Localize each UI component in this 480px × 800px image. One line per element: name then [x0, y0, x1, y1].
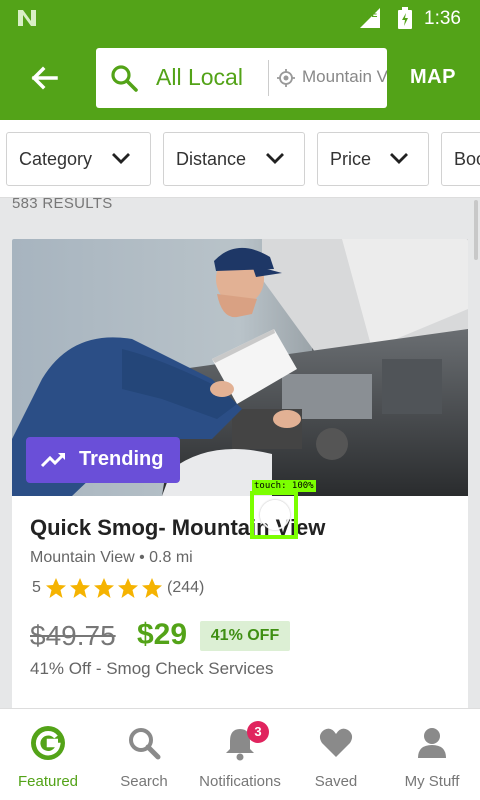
nav-label: Search [120, 773, 168, 790]
trending-up-icon [40, 452, 66, 468]
star-rating-icon [46, 578, 162, 598]
search-icon [111, 65, 138, 92]
notification-n-icon [18, 10, 36, 26]
nav-label: Notifications [199, 773, 281, 790]
filter-label: Booking [454, 149, 480, 169]
search-box[interactable]: All Local Mountain View [96, 48, 387, 108]
nav-label: Saved [314, 773, 358, 790]
filter-bar: Category Distance Price Booking [0, 120, 480, 198]
chevron-down-icon [112, 153, 130, 164]
filter-label: Category [19, 149, 93, 169]
rating-value: 5 [32, 579, 41, 596]
deal-description: 41% Off - Smog Check Services [30, 659, 274, 678]
trending-badge: Trending [26, 437, 180, 483]
chevron-down-icon [390, 153, 408, 164]
top-app-bar: All Local Mountain View MAP [0, 36, 480, 120]
review-count: (244) [167, 579, 205, 596]
filter-label: Price [330, 149, 372, 169]
map-button[interactable]: MAP [410, 66, 456, 89]
person-icon [418, 728, 446, 758]
notification-count-badge: 3 [247, 721, 269, 743]
location-input[interactable]: Mountain View [302, 67, 387, 87]
scrollbar[interactable] [474, 200, 478, 260]
battery-icon [398, 7, 412, 29]
back-arrow-icon[interactable] [22, 60, 62, 96]
nav-featured[interactable]: Featured [0, 709, 96, 800]
search-query[interactable]: All Local [156, 64, 243, 91]
nav-my-stuff[interactable]: My Stuff [384, 709, 480, 800]
search-divider [268, 60, 269, 96]
deal-location: Mountain View • 0.8 mi [30, 549, 193, 566]
touch-label: touch: 100% [252, 480, 316, 492]
clock: 1:36 [424, 8, 461, 29]
deal-price: $29 [137, 618, 188, 651]
filter-label: Distance [176, 149, 247, 169]
filter-booking[interactable]: Booking [441, 132, 480, 186]
filter-distance[interactable]: Distance [163, 132, 305, 186]
results-count: 583 RESULTS [12, 195, 113, 212]
groupon-g-icon [31, 726, 65, 760]
nav-notifications[interactable]: 3 Notifications [192, 709, 288, 800]
chevron-down-icon [266, 153, 284, 164]
nav-search[interactable]: Search [96, 709, 192, 800]
heart-icon [319, 728, 353, 757]
discount-badge: 41% OFF [200, 621, 290, 651]
filter-price[interactable]: Price [317, 132, 429, 186]
filter-category[interactable]: Category [6, 132, 151, 186]
location-target-icon [277, 69, 295, 87]
nav-saved[interactable]: Saved [288, 709, 384, 800]
bottom-navigation: Featured Search 3 Notifications Saved My… [0, 708, 480, 800]
deal-card[interactable]: Trending Quick Smog- Mountain View Mount… [12, 239, 468, 719]
nav-label: My Stuff [404, 773, 460, 790]
trending-label: Trending [79, 448, 164, 470]
app-screen: LTE 1:36 All Local Mountain View [0, 0, 480, 800]
status-bar: LTE 1:36 [0, 0, 480, 36]
network-type: LTE [361, 9, 378, 19]
nav-label: Featured [17, 773, 79, 790]
search-icon [129, 728, 161, 760]
original-price: $49.75 [30, 620, 116, 651]
touch-highlight-box [250, 491, 298, 539]
